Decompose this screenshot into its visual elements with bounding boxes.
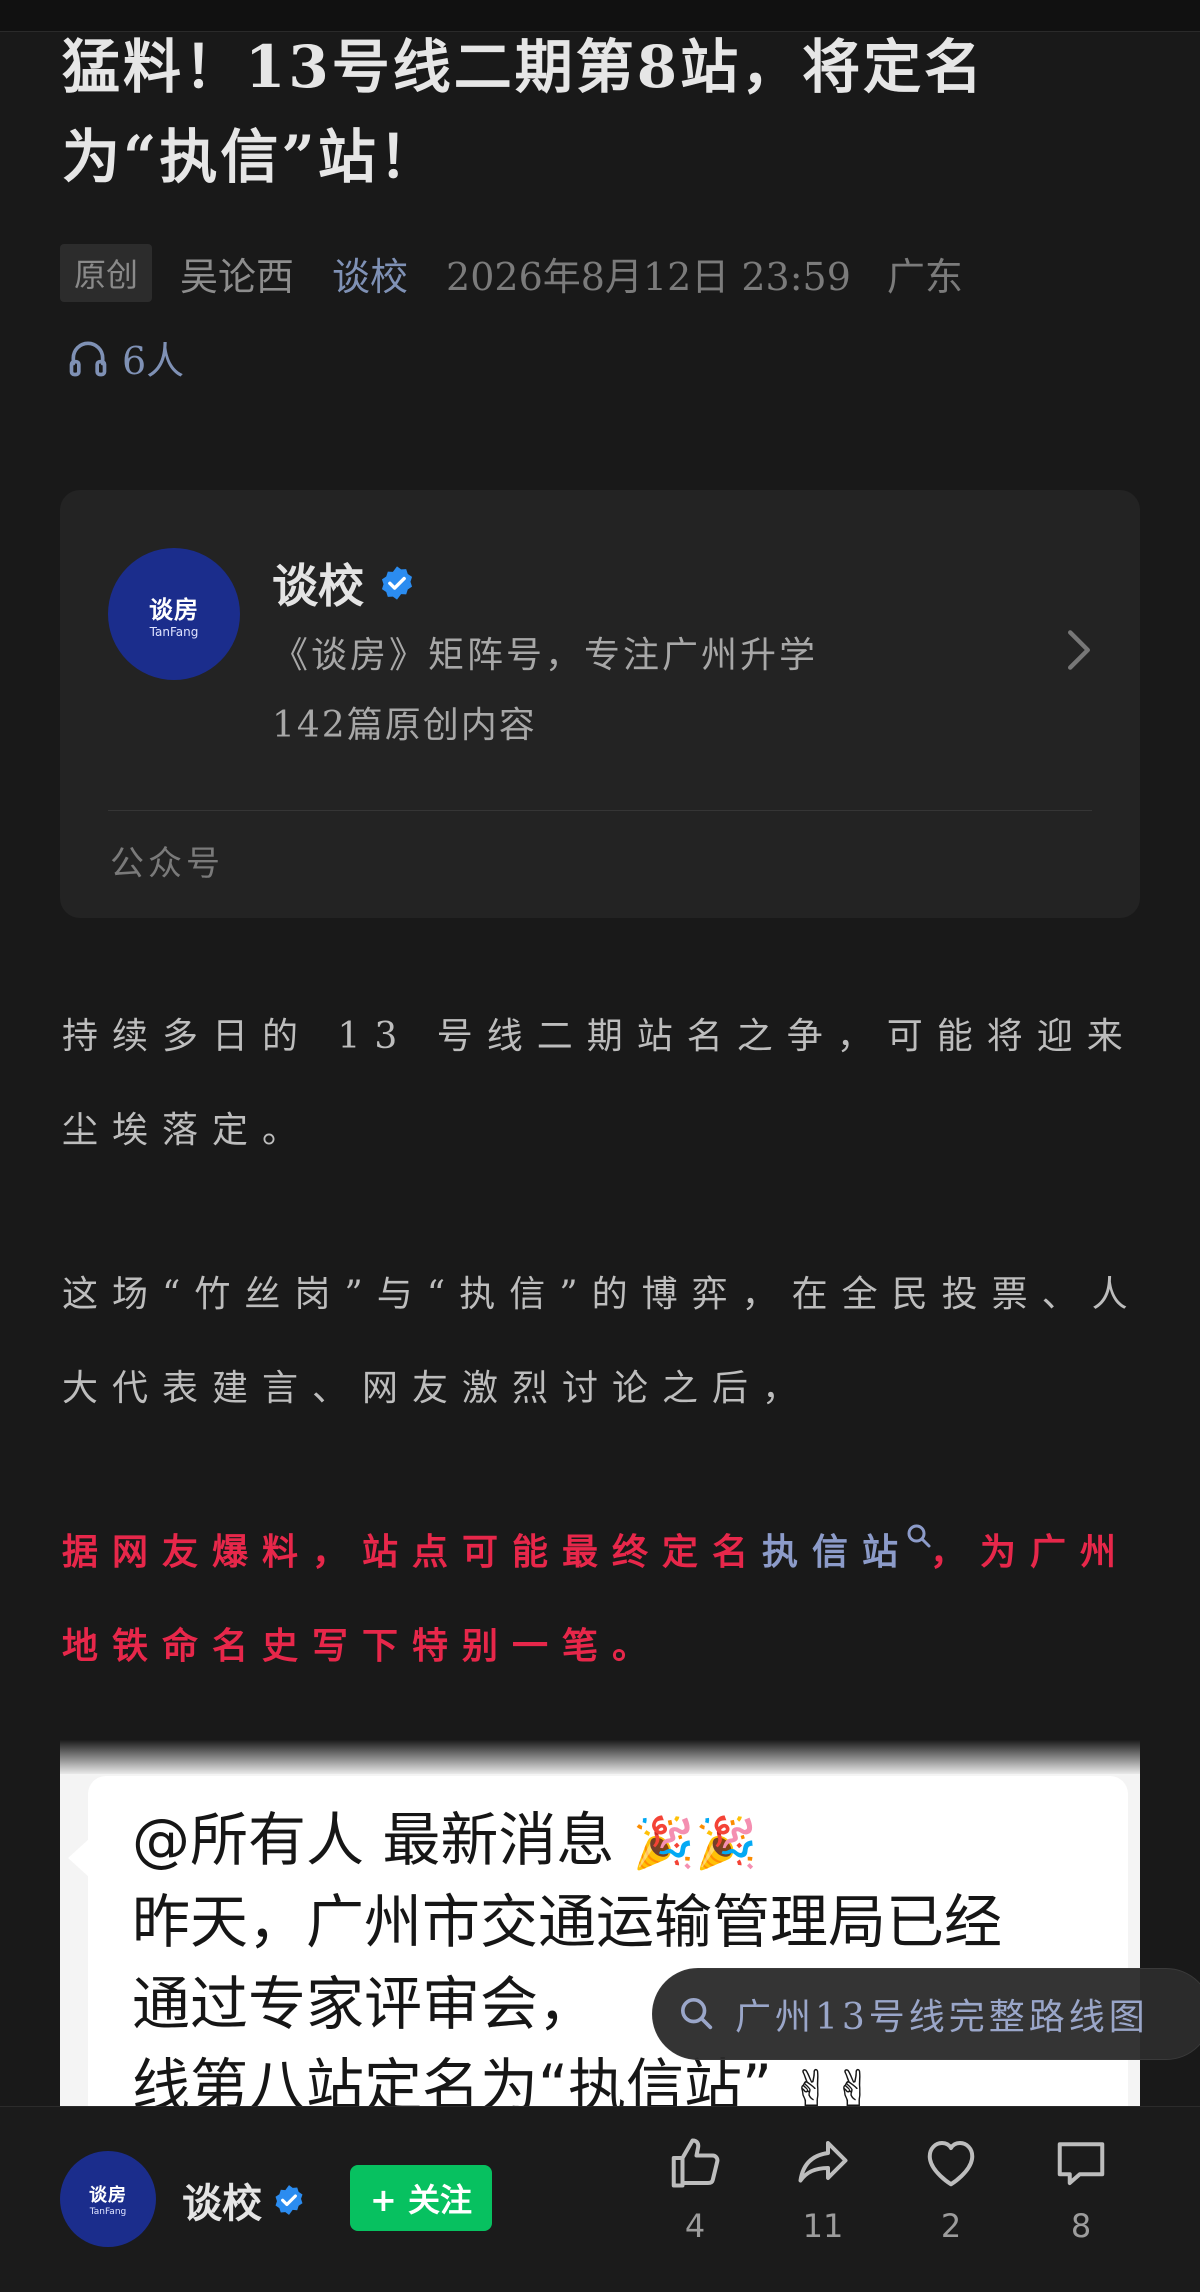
victory-hand-icon: ✌✌ [790, 2060, 875, 2106]
like-count: 4 [684, 2207, 706, 2245]
verified-icon [275, 2185, 303, 2215]
share-count: 11 [802, 2207, 844, 2245]
share-icon [798, 2141, 848, 2183]
body-paragraph-highlight: 据网友爆料，站点可能最终定名执信站 ，为广州地铁命名史写下特别一笔。 [62, 1505, 1142, 1693]
follow-button[interactable]: + 关注 [350, 2165, 492, 2231]
search-link-zhixin[interactable]: 执信站 [762, 1531, 912, 1573]
listen-count-label: 6人 [122, 339, 185, 383]
image-line-1-text: @所有人 最新消息 [132, 1806, 615, 1874]
favorite-count: 2 [940, 2207, 962, 2245]
chevron-right-icon [1068, 630, 1090, 670]
bottom-account-name-text: 谈校 [182, 2180, 262, 2227]
original-badge: 原创 [60, 244, 153, 302]
image-text-line-1: @所有人 最新消息 🎉🎉 [132, 1804, 757, 1879]
account-name-text: 谈校 [272, 559, 364, 613]
logo-text: 谈房 [149, 595, 199, 624]
logo-subtext-small: TanFang [89, 2207, 127, 2217]
listen-count[interactable]: 6人 [66, 330, 184, 385]
verified-icon [381, 566, 413, 600]
account-link[interactable]: 谈校 [332, 246, 408, 301]
account-avatar: 谈房 TanFang [108, 548, 240, 680]
account-name: 谈校 [272, 550, 416, 616]
publish-date: 2026年8月12日 23:59 [446, 254, 851, 299]
account-card[interactable]: 谈房 TanFang 谈校 《谈房》矩阵号，专注广州升学 142篇原创内容 公众… [60, 490, 1140, 918]
region-label: 广东 [886, 254, 963, 299]
thumbs-up-icon [671, 2138, 720, 2188]
body-paragraph-2: 这场“竹丝岗”与“执信”的博弈，在全民投票、人大代表建言、网友激烈讨论之后， [62, 1274, 1142, 1409]
search-suggestion-pill[interactable]: 广州13号线完整路线图 [652, 1968, 1200, 2060]
account-type-label: 公众号 [110, 844, 224, 884]
image-top-edge [60, 1740, 1140, 1774]
search-suggestion-text: 广州13号线完整路线图 [735, 1997, 1149, 2038]
comment-count: 8 [1070, 2207, 1092, 2245]
article-meta: 原创 吴论西 谈校 2026年8月12日 23:59 广东 [60, 243, 963, 303]
image-text-line-2: 昨天，广州市交通运输管理局已经 [132, 1888, 1003, 1956]
bottom-account-name[interactable]: 谈校 [182, 2171, 306, 2229]
highlight-text-before: 据网友爆料，站点可能最终定名 [62, 1531, 763, 1573]
article-title: 猛料！13号线二期第8站，将定名为“执信”站！ [62, 33, 986, 191]
account-avatar-small[interactable]: 谈房 TanFang [60, 2151, 156, 2247]
like-button[interactable]: 4 [650, 2133, 740, 2245]
favorite-button[interactable]: 2 [906, 2133, 996, 2245]
account-article-count: 142篇原创内容 [272, 705, 537, 746]
logo-subtext: TanFang [149, 624, 199, 639]
comment-icon [1057, 2142, 1105, 2185]
search-icon [681, 1998, 713, 2030]
heart-icon [927, 2141, 975, 2187]
chat-bubble-tail [68, 1838, 90, 1878]
account-description: 《谈房》矩阵号，专注广州升学 [272, 635, 819, 676]
party-popper-icon: 🎉🎉 [632, 1814, 758, 1872]
author-name: 吴论西 [180, 254, 295, 299]
share-button[interactable]: 11 [778, 2133, 868, 2245]
bottom-action-bar: 谈房 TanFang 谈校 + 关注 4 11 2 8 [0, 2106, 1200, 2292]
body-paragraph-1: 持续多日的 13 号线二期站名之争，可能将迎来尘埃落定。 [62, 1016, 1137, 1151]
logo-text-small: 谈房 [89, 2185, 127, 2206]
image-line-4-text: 线第八站定名为“执信站” [132, 2052, 773, 2106]
card-divider [108, 810, 1092, 811]
comment-button[interactable]: 8 [1036, 2133, 1126, 2245]
headphones-icon [69, 341, 107, 376]
image-text-line-3: 通过专家评审会， [132, 1970, 597, 2038]
